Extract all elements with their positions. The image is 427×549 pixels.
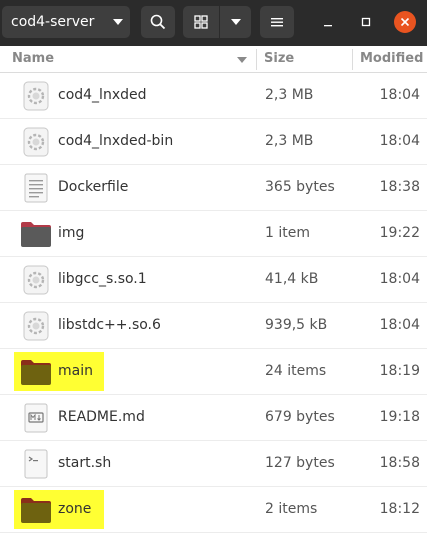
markdown-file-icon — [24, 403, 48, 433]
folder-icon — [21, 498, 51, 523]
file-modified: 18:04 — [379, 133, 420, 149]
file-size: 41,4 kB — [265, 271, 319, 287]
script-file-icon — [24, 449, 48, 479]
column-header-row: Name Size Modified — [0, 46, 427, 73]
file-size: 24 items — [265, 363, 327, 379]
file-name: libgcc_s.so.1 — [58, 271, 147, 287]
file-size: 939,5 kB — [265, 317, 328, 333]
maximize-icon — [361, 17, 371, 27]
file-name: main — [58, 363, 93, 379]
column-header-name[interactable]: Name — [12, 51, 54, 66]
file-name: cod4_lnxded — [58, 87, 147, 103]
column-separator — [256, 49, 257, 70]
file-row-cod4-lnxded-bin[interactable]: cod4_lnxded-bin 2,3 MB 18:04 — [0, 119, 427, 165]
view-options-button[interactable] — [220, 6, 251, 38]
search-icon — [150, 14, 166, 30]
chevron-down-icon — [113, 19, 123, 25]
folder-icon — [21, 222, 51, 247]
file-size: 1 item — [265, 225, 310, 241]
file-size: 127 bytes — [265, 455, 335, 471]
file-modified: 19:22 — [379, 225, 420, 241]
file-size: 679 bytes — [265, 409, 335, 425]
file-row-libstdc[interactable]: libstdc++.so.6 939,5 kB 18:04 — [0, 303, 427, 349]
folder-icon — [21, 360, 51, 385]
file-modified: 18:12 — [379, 501, 420, 517]
search-button[interactable] — [141, 6, 175, 38]
file-row-libgcc[interactable]: libgcc_s.so.1 41,4 kB 18:04 — [0, 257, 427, 303]
view-toggle-button[interactable] — [183, 6, 219, 38]
file-modified: 18:04 — [379, 87, 420, 103]
file-name: Dockerfile — [58, 179, 129, 195]
header-bar: cod4-server — [0, 0, 427, 46]
file-size: 2,3 MB — [265, 133, 314, 149]
file-size: 365 bytes — [265, 179, 335, 195]
file-row-readme[interactable]: README.md 679 bytes 19:18 — [0, 395, 427, 441]
file-name: start.sh — [58, 455, 112, 471]
executable-icon — [23, 127, 49, 157]
close-button[interactable] — [394, 11, 416, 33]
column-header-size[interactable]: Size — [264, 51, 294, 66]
minimize-button[interactable] — [318, 12, 338, 32]
path-label: cod4-server — [11, 14, 95, 30]
maximize-button[interactable] — [356, 12, 376, 32]
close-icon — [400, 17, 410, 27]
file-modified: 18:04 — [379, 271, 420, 287]
column-header-modified[interactable]: Modified — [360, 51, 423, 66]
library-icon — [23, 311, 49, 341]
file-row-main[interactable]: main 24 items 18:19 — [0, 349, 427, 395]
file-modified: 18:38 — [379, 179, 420, 195]
file-size: 2 items — [265, 501, 318, 517]
library-icon — [23, 265, 49, 295]
file-modified: 18:04 — [379, 317, 420, 333]
hamburger-menu-icon — [271, 18, 283, 27]
file-row-img[interactable]: img 1 item 19:22 — [0, 211, 427, 257]
file-row-cod4-lnxded[interactable]: cod4_lnxded 2,3 MB 18:04 — [0, 73, 427, 119]
text-file-icon — [24, 173, 48, 203]
file-list: cod4_lnxded 2,3 MB 18:04 cod4_lnxded-bin… — [0, 73, 427, 533]
file-row-start-sh[interactable]: start.sh 127 bytes 18:58 — [0, 441, 427, 487]
path-bar-button[interactable]: cod4-server — [2, 6, 130, 38]
file-row-zone[interactable]: zone 2 items 18:12 — [0, 487, 427, 533]
file-name: cod4_lnxded-bin — [58, 133, 174, 149]
grid-view-icon — [194, 15, 208, 29]
file-modified: 19:18 — [379, 409, 420, 425]
main-menu-button[interactable] — [260, 6, 294, 38]
column-separator — [352, 49, 353, 70]
file-name: libstdc++.so.6 — [58, 317, 161, 333]
file-modified: 18:58 — [379, 455, 420, 471]
file-name: img — [58, 225, 85, 241]
file-name: README.md — [58, 409, 145, 425]
chevron-down-icon — [230, 19, 241, 25]
file-row-dockerfile[interactable]: Dockerfile 365 bytes 18:38 — [0, 165, 427, 211]
sort-descending-icon[interactable] — [237, 57, 247, 64]
minimize-icon — [324, 25, 332, 27]
file-size: 2,3 MB — [265, 87, 314, 103]
file-name: zone — [58, 501, 92, 517]
executable-icon — [23, 81, 49, 111]
file-modified: 18:19 — [379, 363, 420, 379]
